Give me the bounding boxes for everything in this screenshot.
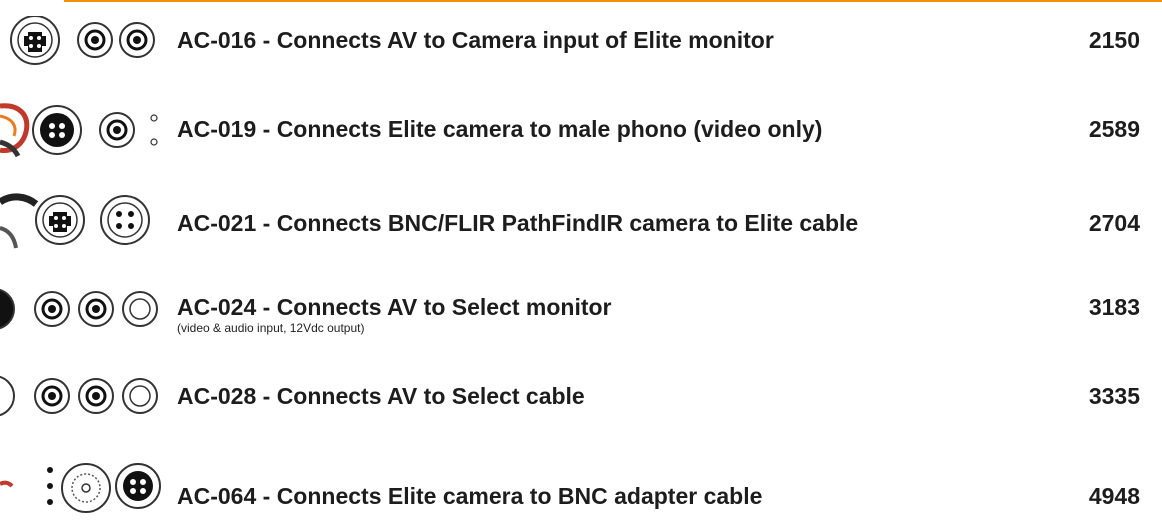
connector-icons [10,16,155,65]
connector-icons [0,463,161,513]
product-description: AC-019 - Connects Elite camera to male p… [177,116,822,142]
open-ring-jack-icon [122,291,158,327]
top-accent-rule [64,0,1162,2]
product-subtitle: (video & audio input, 12Vdc output) [177,321,365,335]
rca-jack-icon [78,378,114,414]
connector-icons [0,375,158,417]
cable-photo-fragment-icon [0,193,39,249]
product-title: AC-024 - Connects AV to Select monitor [177,294,612,320]
svideo-connector-filled-icon [32,105,82,155]
product-title: AC-016 - Connects AV to Camera input of … [177,27,774,53]
rca-jack-icon [34,378,70,414]
part-number: 2589 [1088,116,1140,142]
product-description: AC-024 - Connects AV to Select monitor (… [177,294,612,335]
part-number: 3183 [1088,294,1140,320]
cable-photo-fragment-icon [0,375,15,417]
svideo-4pin-connector-icon [10,16,60,65]
pin-pair-icon [47,467,53,505]
part-number: 2150 [1088,27,1140,53]
product-title: AC-021 - Connects BNC/FLIR PathFindIR ca… [177,210,859,236]
connector-icons [0,288,158,330]
cable-photo-fragment-icon [0,103,30,158]
part-number: 2704 [1088,210,1140,236]
part-number: 4948 [1088,483,1140,509]
open-ring-jack-icon [122,378,158,414]
connector-icons [0,193,150,249]
cable-photo-fragment-icon [0,480,14,488]
product-description: AC-064 - Connects Elite camera to BNC ad… [177,483,762,509]
part-number: 3335 [1088,383,1140,409]
cable-photo-fragment-icon [0,288,15,330]
product-description: AC-021 - Connects BNC/FLIR PathFindIR ca… [177,210,858,236]
connector-icons [0,103,158,158]
rca-jack-icon [78,291,114,327]
svideo-4pin-connector-icon [35,195,85,245]
svideo-connector-filled-icon [115,463,161,509]
rca-jack-icon [119,22,155,58]
rca-jack-icon [77,22,113,58]
rca-jack-icon [99,112,135,148]
bnc-connector-icon [61,463,111,513]
four-pin-connector-icon [100,195,150,245]
product-description: AC-016 - Connects AV to Camera input of … [177,27,774,53]
product-title: AC-019 - Connects Elite camera to male p… [177,116,823,142]
pin-pair-icon [150,114,158,146]
product-title: AC-064 - Connects Elite camera to BNC ad… [177,483,763,509]
rca-jack-icon [34,291,70,327]
product-description: AC-028 - Connects AV to Select cable [177,383,585,409]
product-title: AC-028 - Connects AV to Select cable [177,383,585,409]
